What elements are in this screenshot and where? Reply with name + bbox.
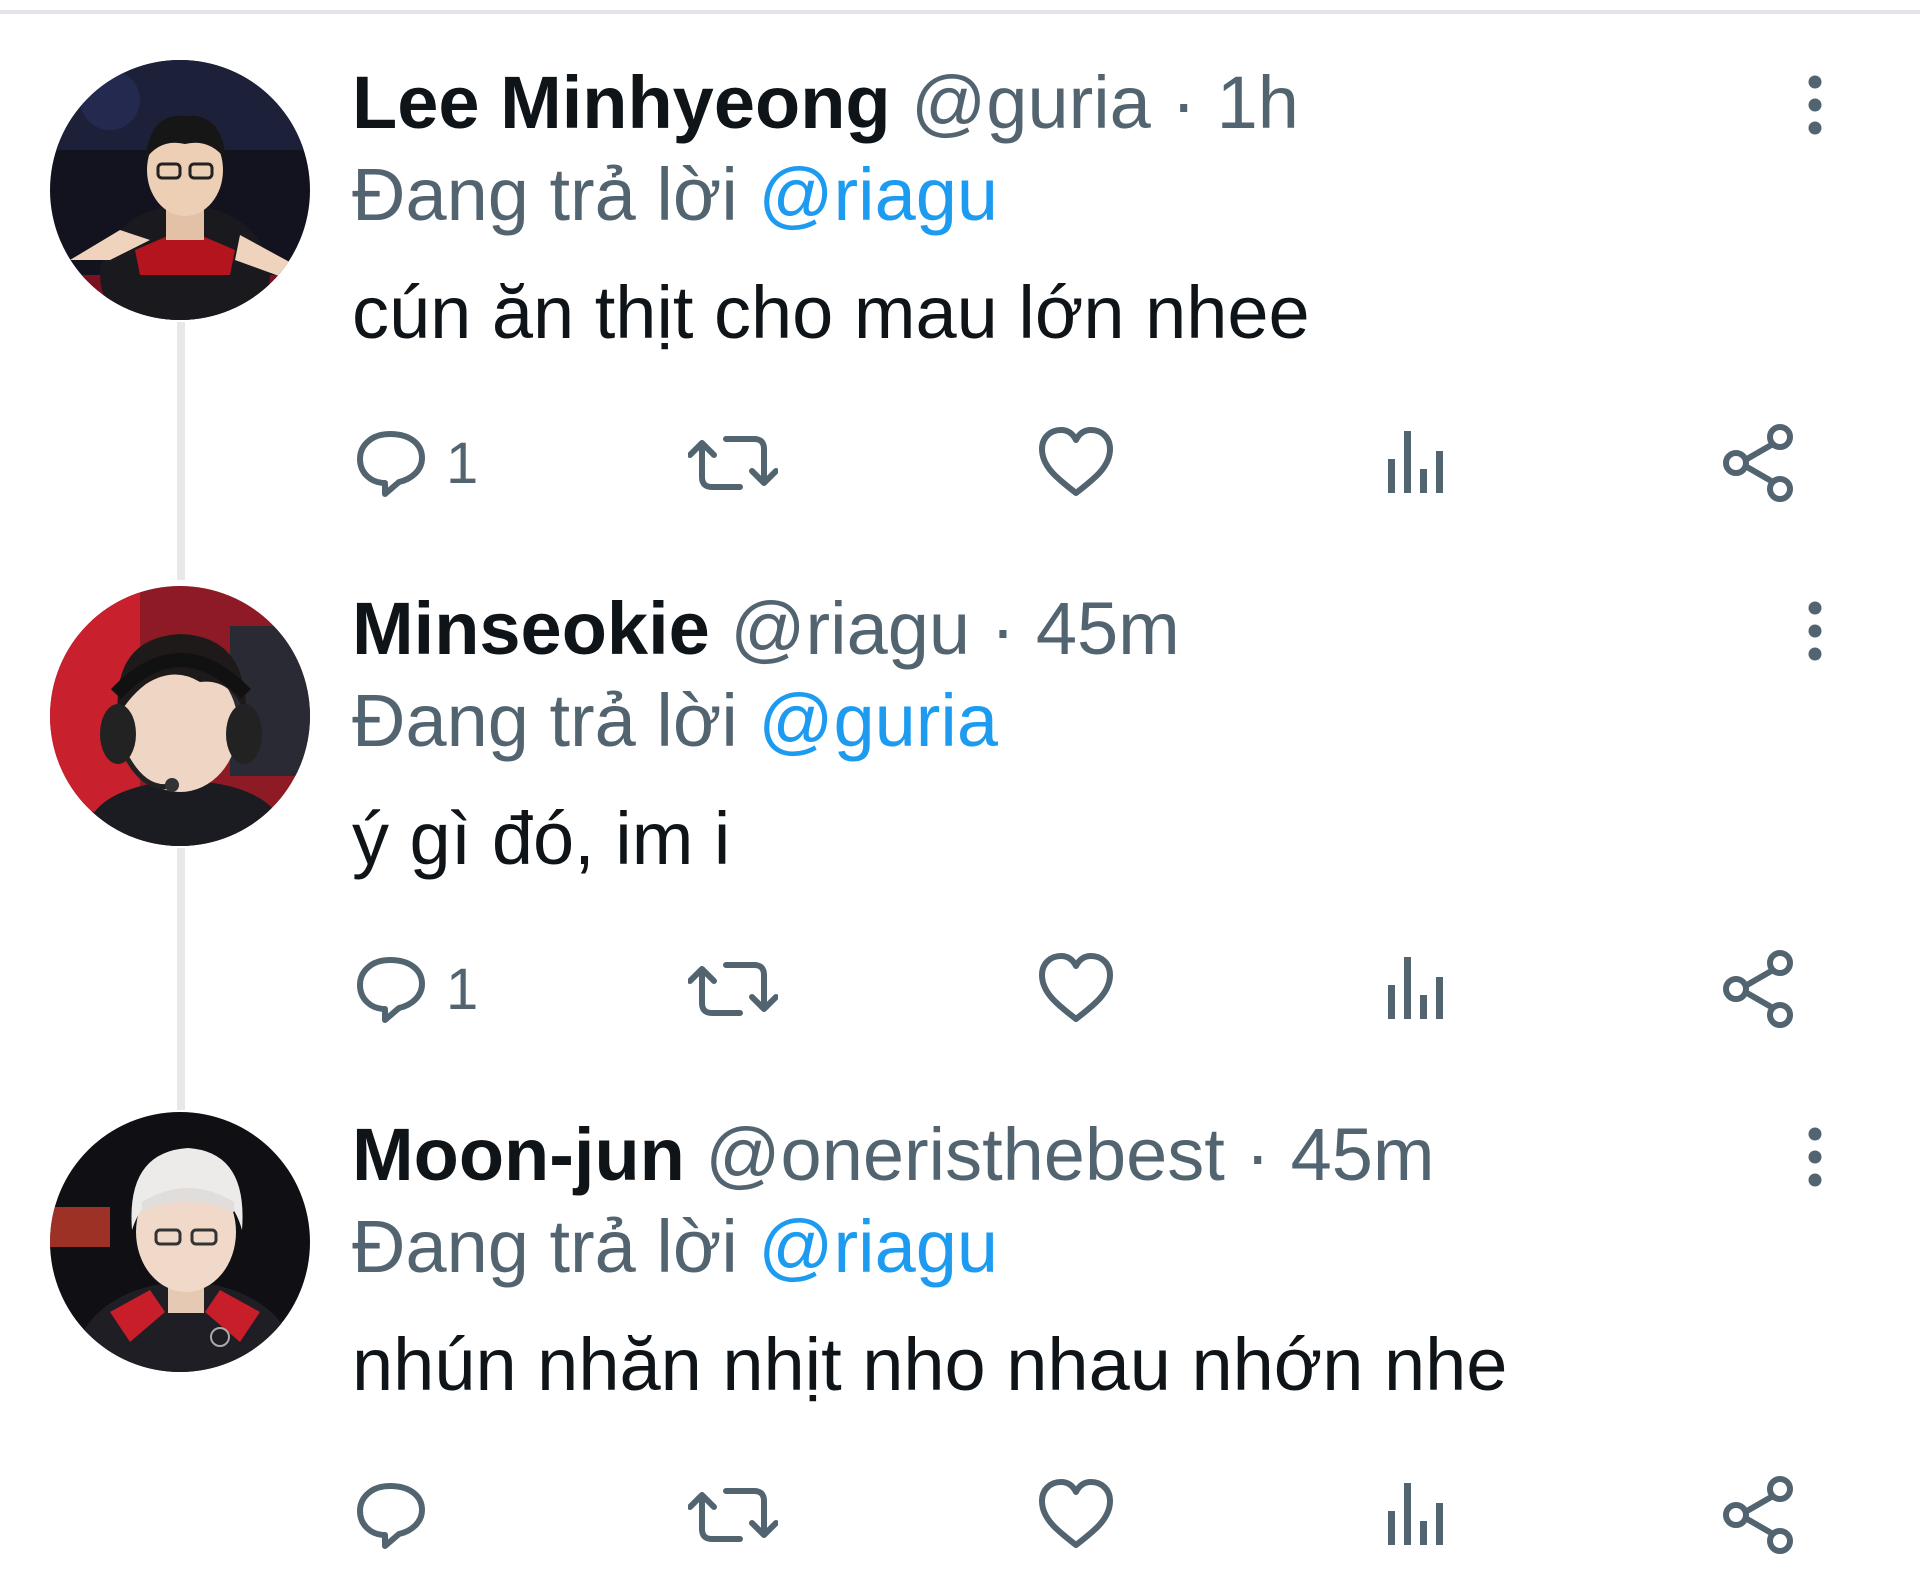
views-icon (1388, 957, 1443, 1019)
reply-icon (357, 1483, 425, 1549)
avatar[interactable] (50, 1112, 310, 1372)
share-icon (1723, 950, 1793, 1028)
views-icon (1388, 1483, 1443, 1545)
like-button[interactable] (1036, 944, 1116, 1034)
separator-dot: · (990, 587, 1016, 670)
like-icon (1039, 427, 1113, 496)
more-icon[interactable] (1790, 596, 1840, 666)
separator-dot: · (1171, 61, 1197, 144)
timestamp[interactable]: 45m (1291, 1113, 1435, 1196)
avatar[interactable] (50, 60, 310, 320)
reply-count: 1 (446, 956, 479, 1022)
replying-to-label: Đang trả lời (352, 679, 738, 762)
tweet-header: Minseokie @riagu · 45m (352, 584, 1180, 674)
separator-dot: · (1245, 1113, 1271, 1196)
replying-to-label: Đang trả lời (352, 1205, 738, 1288)
share-icon (1723, 1476, 1793, 1554)
tweet-text: cún ăn thịt cho mau lớn nhee (352, 271, 1310, 354)
retweet-icon (688, 1488, 778, 1542)
avatar[interactable] (50, 586, 310, 846)
tweet-header: Moon-jun @oneristhebest · 45m (352, 1110, 1435, 1200)
reply-icon (357, 957, 425, 1023)
share-button[interactable] (1720, 418, 1800, 508)
tweet-actions: 1 (352, 944, 1812, 1034)
display-name[interactable]: Minseokie (352, 587, 710, 670)
tweet-actions (352, 1470, 1812, 1560)
tweet-header: Lee Minhyeong @guria · 1h (352, 58, 1299, 148)
tweet-text: nhún nhăn nhịt nho nhau nhớn nhe (352, 1323, 1508, 1406)
replying-to-label: Đang trả lời (352, 153, 738, 236)
views-button[interactable] (1382, 418, 1452, 508)
username-handle[interactable]: @riagu (730, 587, 970, 670)
share-button[interactable] (1720, 944, 1800, 1034)
timestamp[interactable]: 45m (1036, 587, 1180, 670)
share-icon (1723, 424, 1793, 502)
share-button[interactable] (1720, 1470, 1800, 1560)
reply-count: 1 (446, 430, 479, 496)
retweet-icon (688, 962, 778, 1016)
timestamp[interactable]: 1h (1217, 61, 1299, 144)
reply-button[interactable]: 1 (352, 944, 478, 1034)
mention-link[interactable]: @guria (758, 679, 998, 762)
tweet[interactable]: Lee Minhyeong @guria · 1h Đang trả lời @… (0, 0, 1920, 520)
replying-to: Đang trả lời @riagu (352, 1202, 998, 1292)
like-button[interactable] (1036, 1470, 1116, 1560)
username-handle[interactable]: @oneristhebest (705, 1113, 1224, 1196)
display-name[interactable]: Lee Minhyeong (352, 61, 891, 144)
tweet-actions: 1 (352, 418, 1812, 508)
retweet-button[interactable] (688, 1470, 778, 1560)
views-button[interactable] (1382, 1470, 1452, 1560)
tweet-text: ý gì đó, im i (352, 797, 731, 880)
mention-link[interactable]: @riagu (758, 1205, 998, 1288)
reply-icon (357, 431, 425, 497)
more-icon[interactable] (1790, 1122, 1840, 1192)
retweet-button[interactable] (688, 944, 778, 1034)
views-icon (1388, 431, 1443, 493)
tweet[interactable]: Minseokie @riagu · 45m Đang trả lời @gur… (0, 526, 1920, 1046)
replying-to: Đang trả lời @riagu (352, 150, 998, 240)
views-button[interactable] (1382, 944, 1452, 1034)
retweet-icon (688, 436, 778, 490)
display-name[interactable]: Moon-jun (352, 1113, 685, 1196)
more-icon[interactable] (1790, 70, 1840, 140)
replying-to: Đang trả lời @guria (352, 676, 998, 766)
retweet-button[interactable] (688, 418, 778, 508)
like-icon (1039, 1479, 1113, 1548)
reply-button[interactable] (352, 1470, 446, 1560)
username-handle[interactable]: @guria (911, 61, 1151, 144)
like-icon (1039, 953, 1113, 1022)
like-button[interactable] (1036, 418, 1116, 508)
tweet[interactable]: Moon-jun @oneristhebest · 45m Đang trả l… (0, 1052, 1920, 1572)
reply-button[interactable]: 1 (352, 418, 478, 508)
mention-link[interactable]: @riagu (758, 153, 998, 236)
